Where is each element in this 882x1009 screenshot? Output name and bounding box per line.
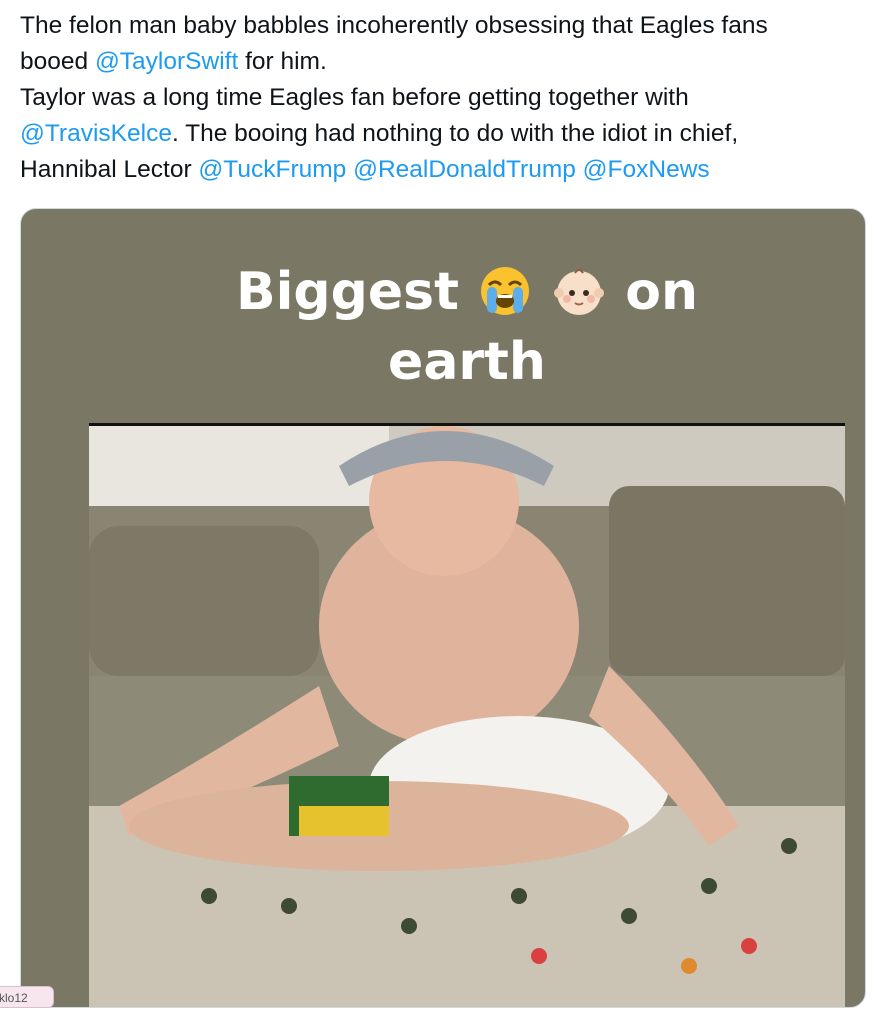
- tweet-text: The felon man baby babbles incoherently …: [20, 8, 870, 188]
- tweet-line-2: booed @TaylorSwift for him.: [20, 44, 870, 80]
- meme-photo-illustration: [89, 426, 845, 1007]
- meme-caption-line-1: Biggest on: [89, 257, 845, 327]
- tweet-line-1: The felon man baby babbles incoherently …: [20, 8, 870, 44]
- baby-face-emoji-icon: [554, 269, 605, 315]
- tweet-text-span: for him.: [238, 48, 327, 75]
- tweet-text-span: booed: [20, 48, 95, 75]
- mention-link-realdonaldtrump[interactable]: @RealDonaldTrump: [353, 156, 576, 183]
- meme-caption: Biggest on earth: [89, 257, 845, 397]
- meme-caption-word: Biggest: [235, 262, 459, 322]
- meme-caption-word: on: [625, 262, 699, 322]
- tweet-text-span: Hannibal Lector: [20, 156, 199, 183]
- meme-photo: [89, 423, 845, 1007]
- mention-link-foxnews[interactable]: @FoxNews: [583, 156, 710, 183]
- name-tag: klo12: [0, 986, 54, 1008]
- meme-image: Biggest on earth: [89, 209, 845, 1007]
- tweet-media-card[interactable]: Biggest on earth: [20, 208, 866, 1008]
- tweet-line-3: Taylor was a long time Eagles fan before…: [20, 80, 870, 116]
- mention-link-tuckfrump[interactable]: @TuckFrump: [198, 156, 346, 183]
- meme-caption-line-2: earth: [388, 332, 546, 392]
- tweet-text-span: Taylor was a long time Eagles fan before…: [20, 84, 689, 111]
- tweet-text-span: The felon man baby babbles incoherently …: [20, 12, 768, 39]
- mention-link-taylorswift[interactable]: @TaylorSwift: [95, 48, 238, 75]
- mention-link-traviskelce[interactable]: @TravisKelce: [20, 120, 172, 147]
- tweet-line-5: Hannibal Lector @TuckFrump @RealDonaldTr…: [20, 152, 870, 188]
- tweet-line-4: @TravisKelce. The booing had nothing to …: [20, 116, 870, 152]
- tweet-text-span: . The booing had nothing to do with the …: [171, 120, 739, 147]
- loudly-crying-face-emoji-icon: [481, 267, 530, 315]
